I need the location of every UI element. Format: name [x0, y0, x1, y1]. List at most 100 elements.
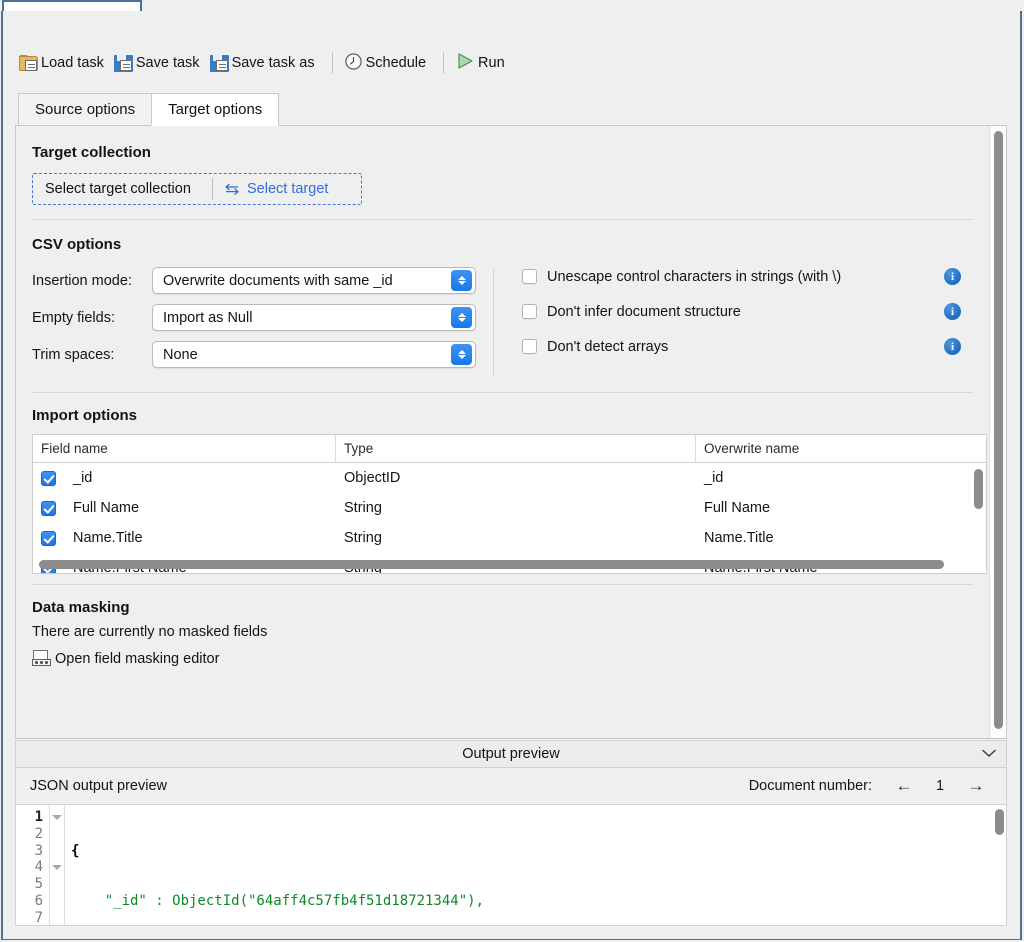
- fold-toggle-icon[interactable]: [52, 865, 62, 870]
- task-toolbar: Load task Save task Save task as: [3, 40, 1020, 86]
- tab-source-options-label: Source options: [35, 101, 135, 118]
- clock-icon: [344, 52, 363, 75]
- tab-target-options[interactable]: Target options: [151, 93, 279, 126]
- swap-arrows-icon: [223, 183, 241, 195]
- import-options-section: Import options Field name Type Overwrite…: [16, 393, 991, 584]
- select-target-collection-label[interactable]: Select target collection: [33, 181, 212, 197]
- empty-fields-select[interactable]: Import as Null: [152, 304, 476, 331]
- scrollbar-thumb[interactable]: [994, 131, 1003, 729]
- insertion-mode-select[interactable]: Overwrite documents with same _id: [152, 267, 476, 294]
- dont-infer-structure-label: Don't infer document structure: [547, 304, 944, 320]
- save-task-button[interactable]: Save task: [112, 48, 208, 78]
- row-checkbox[interactable]: [41, 531, 56, 546]
- schedule-button[interactable]: Schedule: [342, 48, 434, 78]
- tab-source-options[interactable]: Source options: [18, 93, 152, 126]
- csv-vertical-divider: [493, 269, 494, 376]
- dont-infer-structure-row: Don't infer document structure i: [522, 303, 973, 320]
- import-options-table: Field name Type Overwrite name _id Objec…: [32, 434, 987, 574]
- target-options-panel: Target collection Select target collecti…: [15, 125, 1007, 739]
- select-target-button[interactable]: Select target: [213, 181, 361, 197]
- table-horizontal-scrollbar[interactable]: [39, 560, 944, 569]
- csv-options-checkboxes: Unescape control characters in strings (…: [522, 267, 973, 378]
- table-vertical-scrollbar[interactable]: [974, 469, 983, 509]
- column-header-field-name[interactable]: Field name: [33, 435, 336, 462]
- fold-toggle-icon[interactable]: [52, 815, 62, 820]
- data-masking-section: Data masking There are currently no mask…: [16, 585, 991, 681]
- empty-fields-row: Empty fields: Import as Null: [32, 304, 487, 331]
- stepper-icon[interactable]: [451, 307, 472, 328]
- cell-field-name: Name.Title: [73, 530, 143, 546]
- csv-import-window: CSV Import* ✕ Load task Save task Save t…: [0, 0, 1024, 942]
- target-collection-selector[interactable]: Select target collection Select target: [32, 173, 362, 205]
- chevron-down-icon[interactable]: [982, 746, 996, 762]
- table-row[interactable]: _id ObjectID _id: [33, 463, 986, 493]
- document-number-value[interactable]: 1: [920, 778, 960, 794]
- column-header-overwrite-name[interactable]: Overwrite name: [696, 435, 986, 462]
- data-masking-note: There are currently no masked fields: [32, 624, 973, 640]
- tab-title: CSV Import*: [18, 13, 112, 30]
- output-preview-title: Output preview: [462, 746, 560, 762]
- cell-overwrite-name: Full Name: [696, 500, 986, 516]
- run-button[interactable]: Run: [453, 48, 513, 78]
- line-number: 5: [16, 876, 49, 893]
- target-collection-section: Target collection Select target collecti…: [16, 126, 991, 205]
- table-header-row: Field name Type Overwrite name: [33, 435, 986, 463]
- floppy-disk-icon: [210, 55, 229, 72]
- stepper-icon[interactable]: [451, 344, 472, 365]
- line-number: 3: [16, 843, 49, 860]
- line-number: 2: [16, 826, 49, 843]
- dont-detect-arrays-checkbox[interactable]: [522, 339, 537, 354]
- insertion-mode-value: Overwrite documents with same _id: [163, 273, 393, 289]
- panel-vertical-scrollbar[interactable]: [989, 126, 1006, 738]
- cell-type: ObjectID: [336, 470, 696, 486]
- column-header-type[interactable]: Type: [336, 435, 696, 462]
- arrow-left-icon[interactable]: ←: [888, 776, 920, 796]
- line-number: 7: [16, 910, 49, 926]
- window-bottom-strip: [3, 930, 1020, 939]
- open-field-masking-editor-button[interactable]: Open field masking editor: [32, 650, 973, 667]
- info-icon[interactable]: i: [944, 338, 961, 355]
- select-target-label: Select target: [247, 181, 328, 197]
- empty-fields-label: Empty fields:: [32, 310, 152, 326]
- save-task-label: Save task: [136, 55, 200, 71]
- load-task-button[interactable]: Load task: [17, 48, 112, 78]
- arrow-right-icon[interactable]: →: [960, 776, 992, 796]
- open-field-masking-editor-label: Open field masking editor: [55, 651, 219, 667]
- table-row[interactable]: Full Name String Full Name: [33, 493, 986, 523]
- data-masking-heading: Data masking: [32, 599, 973, 616]
- target-options-content: Target collection Select target collecti…: [16, 126, 991, 738]
- stepper-icon[interactable]: [451, 270, 472, 291]
- row-checkbox[interactable]: [41, 501, 56, 516]
- toolbar-divider: [443, 52, 444, 74]
- options-tab-bar: Source options Target options: [3, 88, 1020, 126]
- output-preview-subheader: JSON output preview Document number: ← 1…: [15, 768, 1007, 804]
- info-icon[interactable]: i: [944, 303, 961, 320]
- cell-field-name: _id: [73, 470, 92, 486]
- json-code-lines: { "_id" : ObjectId("64aff4c57fb4f51d1872…: [64, 805, 1006, 925]
- table-row[interactable]: Name.Title String Name.Title: [33, 523, 986, 553]
- trim-spaces-select[interactable]: None: [152, 341, 476, 368]
- toolbar-divider: [332, 52, 333, 74]
- output-preview-header[interactable]: Output preview: [15, 740, 1007, 768]
- save-task-as-button[interactable]: Save task as: [208, 48, 323, 78]
- line-number: 6: [16, 893, 49, 910]
- code-line: "_id" : ObjectId("64aff4c57fb4f51d187213…: [71, 893, 1006, 910]
- empty-fields-value: Import as Null: [163, 310, 252, 326]
- line-number-gutter: 1 2 3 4 5 6 7: [16, 805, 50, 925]
- document-tab-strip: CSV Import* ✕: [0, 0, 1024, 40]
- dont-infer-structure-checkbox[interactable]: [522, 304, 537, 319]
- import-options-heading: Import options: [32, 407, 973, 424]
- code-vertical-scrollbar[interactable]: [995, 809, 1004, 835]
- info-icon[interactable]: i: [944, 268, 961, 285]
- json-preview-editor[interactable]: 1 2 3 4 5 6 7 { "_id" : ObjectId("64aff4…: [15, 804, 1007, 926]
- cell-overwrite-name: Name.Title: [696, 530, 986, 546]
- close-icon[interactable]: ✕: [112, 12, 130, 30]
- trim-spaces-label: Trim spaces:: [32, 347, 152, 363]
- cell-overwrite-name: _id: [696, 470, 986, 486]
- insertion-mode-label: Insertion mode:: [32, 273, 152, 289]
- row-checkbox[interactable]: [41, 471, 56, 486]
- tab-csv-import[interactable]: CSV Import* ✕: [2, 0, 142, 40]
- target-collection-heading: Target collection: [32, 144, 973, 161]
- unescape-control-characters-checkbox[interactable]: [522, 269, 537, 284]
- save-task-as-label: Save task as: [232, 55, 315, 71]
